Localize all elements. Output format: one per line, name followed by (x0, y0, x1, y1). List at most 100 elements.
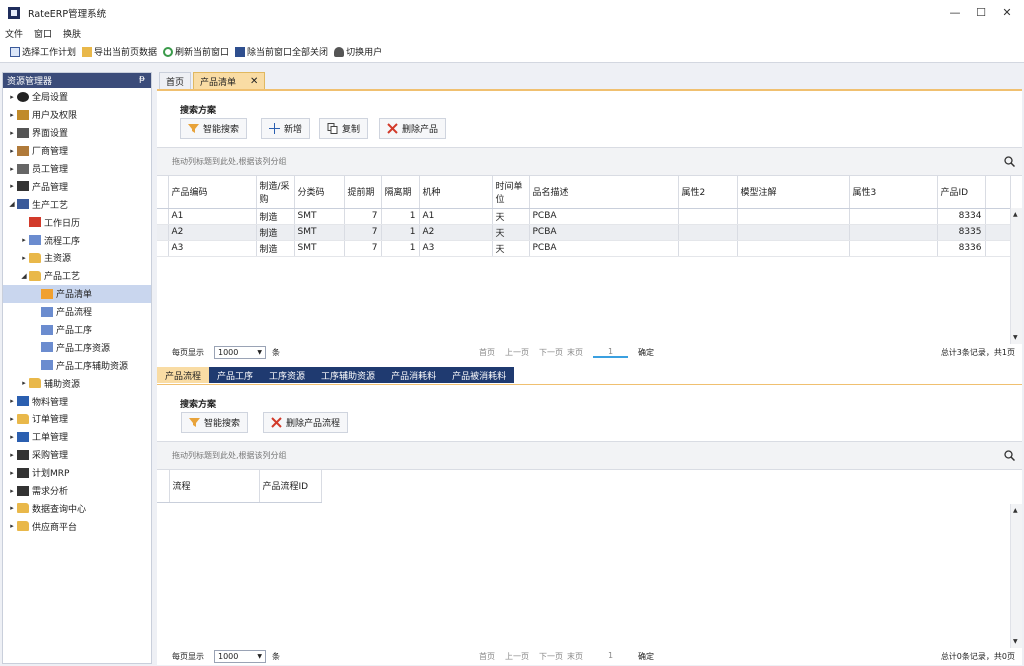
table-row[interactable]: A3 制造 SMT 7 1 A3 天 PCBA 8336 (157, 240, 1011, 257)
tree-node[interactable]: ▸ 供应商平台 (3, 517, 151, 535)
table-row[interactable]: A2 制造 SMT 7 1 A2 天 PCBA 8335 (157, 224, 1011, 241)
tab-close-icon[interactable]: ✕ (250, 76, 258, 87)
table-cell[interactable]: PCBA (529, 208, 679, 225)
expanded-arrow-icon[interactable]: ◢ (7, 200, 17, 208)
table-cell[interactable] (849, 240, 938, 257)
page-number-input[interactable]: 1 (593, 347, 628, 358)
tree-node[interactable]: ▸ 数据查询中心 (3, 499, 151, 517)
table-cell[interactable]: PCBA (529, 240, 679, 257)
tree-node[interactable]: ▸ 物料管理 (3, 392, 151, 410)
table-cell[interactable]: 1 (381, 240, 420, 257)
pin-icon[interactable]: ᵽ (139, 74, 145, 84)
table-cell[interactable]: 8334 (937, 208, 986, 225)
expand-arrow-icon[interactable]: ▸ (7, 165, 17, 173)
table-cell[interactable]: 8336 (937, 240, 986, 257)
table-cell[interactable]: 1 (381, 208, 420, 225)
table-cell[interactable] (737, 208, 850, 225)
table-cell[interactable]: 天 (492, 208, 530, 225)
scroll-down-icon[interactable]: ▼ (1013, 638, 1018, 645)
refresh-window-button[interactable]: 刷新当前窗口 (163, 45, 229, 58)
table-cell[interactable] (737, 224, 850, 241)
table-cell[interactable] (849, 208, 938, 225)
tree-node[interactable]: ▸ 订单管理 (3, 410, 151, 428)
tree-node[interactable]: ▸ 员工管理 (3, 160, 151, 178)
smart-search-button[interactable]: 智能搜索 (180, 118, 248, 139)
table-cell[interactable] (849, 224, 938, 241)
tree-node[interactable]: ▸ 辅助资源 (3, 374, 151, 392)
table-cell[interactable]: A2 (419, 224, 493, 241)
page-go-button[interactable]: 确定 (638, 651, 654, 662)
expand-arrow-icon[interactable]: ▸ (7, 415, 17, 423)
column-header[interactable]: 品名描述 (529, 176, 679, 209)
table-cell[interactable]: 1 (381, 224, 420, 241)
table-cell[interactable]: PCBA (529, 224, 679, 241)
table-cell[interactable]: 7 (344, 240, 382, 257)
add-button[interactable]: 新增 (261, 118, 311, 139)
tree-node[interactable]: ▸ 流程工序 (3, 231, 151, 249)
last-page-link[interactable]: 末页 (567, 347, 583, 358)
export-page-button[interactable]: 导出当前页数据 (82, 45, 157, 58)
table-cell[interactable]: 7 (344, 208, 382, 225)
table-row[interactable]: A1 制造 SMT 7 1 A1 天 PCBA 8334 (157, 208, 1011, 225)
table-cell[interactable] (737, 240, 850, 257)
tree-node[interactable]: ▸ 用户及权限 (3, 106, 151, 124)
column-header[interactable]: 属性3 (849, 176, 938, 209)
smart-search-button[interactable]: 智能搜索 (181, 412, 249, 433)
expand-arrow-icon[interactable]: ▸ (7, 522, 17, 530)
table-cell[interactable] (678, 224, 738, 241)
tree-node[interactable]: 产品工序辅助资源 (3, 356, 151, 374)
switch-user-button[interactable]: 切换用户 (334, 45, 382, 58)
column-header[interactable]: 属性2 (678, 176, 738, 209)
table-cell[interactable] (678, 240, 738, 257)
column-header[interactable]: 提前期 (344, 176, 382, 209)
table-cell[interactable]: 8335 (937, 224, 986, 241)
table-cell[interactable]: SMT (294, 208, 345, 225)
minimize-button[interactable]: — (942, 0, 968, 24)
tree-node[interactable]: ▸ 工单管理 (3, 428, 151, 446)
tab-home[interactable]: 首页 (159, 72, 192, 89)
column-header[interactable]: 机种 (419, 176, 493, 209)
detail-tab[interactable]: 产品工序 (209, 367, 262, 383)
tree-node[interactable]: ▸ 全局设置 (3, 88, 151, 106)
expand-arrow-icon[interactable]: ▸ (7, 487, 17, 495)
group-by-hint-bar[interactable]: 拖动列标题到此处,根据该列分组 (157, 441, 1022, 470)
column-header[interactable]: 产品编码 (168, 176, 257, 209)
expand-arrow-icon[interactable]: ▸ (19, 254, 29, 262)
row-indicator[interactable] (157, 240, 169, 257)
expand-arrow-icon[interactable]: ▸ (7, 451, 17, 459)
group-by-hint-bar[interactable]: 拖动列标题到此处,根据该列分组 (157, 147, 1022, 176)
table-cell[interactable]: 天 (492, 240, 530, 257)
tab-product-list[interactable]: 产品清单 ✕ (193, 72, 266, 89)
tree-node[interactable]: 产品流程 (3, 303, 151, 321)
tree-node[interactable]: ▸ 需求分析 (3, 482, 151, 500)
close-others-button[interactable]: 除当前窗口全部关闭 (235, 45, 328, 58)
delete-product-flow-button[interactable]: 删除产品流程 (263, 412, 349, 433)
search-icon[interactable] (1004, 156, 1015, 167)
select-work-plan-button[interactable]: 选择工作计划 (10, 45, 76, 58)
column-header[interactable]: 隔离期 (381, 176, 420, 209)
tree-node[interactable]: 工作日历 (3, 213, 151, 231)
next-page-link[interactable]: 下一页 (539, 347, 563, 358)
column-header[interactable]: 产品流程ID (259, 470, 322, 503)
expand-arrow-icon[interactable]: ▸ (7, 129, 17, 137)
tree-node[interactable]: ▸ 采购管理 (3, 446, 151, 464)
expand-arrow-icon[interactable]: ▸ (7, 469, 17, 477)
page-go-button[interactable]: 确定 (638, 347, 654, 358)
vertical-scrollbar[interactable]: ▲ ▼ (1010, 504, 1022, 648)
expand-arrow-icon[interactable]: ▸ (19, 236, 29, 244)
prev-page-link[interactable]: 上一页 (505, 347, 529, 358)
detail-tab[interactable]: 产品流程 (157, 367, 210, 383)
table-cell[interactable]: A3 (419, 240, 493, 257)
detail-tab[interactable]: 工序资源 (261, 367, 314, 383)
table-cell[interactable]: A1 (168, 208, 257, 225)
expand-arrow-icon[interactable]: ▸ (7, 182, 17, 190)
column-header[interactable]: 产品ID (937, 176, 986, 209)
vertical-scrollbar[interactable]: ▲ ▼ (1010, 208, 1022, 344)
tree-node[interactable]: 产品工序 (3, 321, 151, 339)
menu-window[interactable]: 窗口 (34, 27, 52, 40)
tree-node[interactable]: ◢ 生产工艺 (3, 195, 151, 213)
prev-page-link[interactable]: 上一页 (505, 651, 529, 662)
menu-skin[interactable]: 换肤 (63, 27, 81, 40)
scroll-up-icon[interactable]: ▲ (1013, 211, 1018, 218)
table-cell[interactable]: 7 (344, 224, 382, 241)
